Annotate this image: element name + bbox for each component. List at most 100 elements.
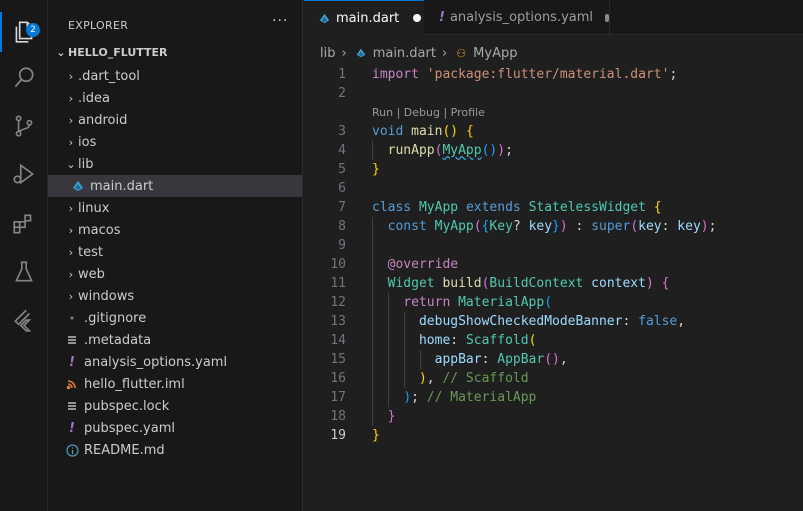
info-icon — [64, 442, 80, 458]
code-editor[interactable]: 1 import 'package:flutter/material.dart';… — [304, 65, 803, 445]
folder-windows[interactable]: › windows — [48, 285, 302, 307]
file-pubspec-lock[interactable]: pubspec.lock — [48, 395, 302, 417]
code-line: 17 ); // MaterialApp — [304, 388, 803, 407]
code-line: 16 ), // Scaffold — [304, 369, 803, 388]
codelens-line: Run | Debug | Profile — [304, 103, 803, 122]
file-pubspec-yaml[interactable]: ! pubspec.yaml — [48, 417, 302, 439]
folder-android[interactable]: › android — [48, 109, 302, 131]
tree-label: android — [78, 112, 128, 128]
code-text: } — [372, 162, 380, 177]
line-number: 3 — [338, 124, 346, 139]
testing-icon[interactable] — [0, 252, 48, 292]
yaml-file-icon: ! — [69, 354, 75, 370]
line-number: 13 — [330, 314, 346, 329]
line-number: 15 — [330, 352, 346, 367]
line-number: 16 — [330, 371, 346, 386]
code-line: 18 } — [304, 407, 803, 426]
gitignore-icon — [64, 310, 80, 326]
more-actions-icon[interactable]: ··· — [272, 13, 288, 29]
chevron-right-icon: › — [68, 113, 74, 127]
modified-dot-icon[interactable] — [605, 13, 609, 22]
breadcrumb-file[interactable]: main.dart — [373, 46, 436, 61]
folder-test[interactable]: › test — [48, 241, 302, 263]
tree-label: .dart_tool — [78, 68, 140, 84]
code-text: appBar: AppBar(), — [434, 352, 568, 367]
code-text: home: Scaffold( — [418, 333, 537, 348]
tree-label: lib — [78, 156, 94, 172]
code-line: 14 home: Scaffold( — [304, 331, 803, 350]
folder-dart-tool[interactable]: › .dart_tool — [48, 65, 302, 87]
code-line: 2 — [304, 84, 803, 103]
folder-linux[interactable]: › linux — [48, 197, 302, 219]
explorer-icon[interactable] — [0, 12, 48, 52]
folder-macos[interactable]: › macos — [48, 219, 302, 241]
source-control-icon[interactable] — [0, 106, 48, 146]
chevron-down-icon: ⌄ — [56, 46, 66, 59]
tree-label: hello_flutter.iml — [84, 376, 185, 392]
file-readme[interactable]: README.md — [48, 439, 302, 461]
line-number: 17 — [330, 390, 346, 405]
code-line: 15 appBar: AppBar(), — [304, 350, 803, 369]
file-main-dart[interactable]: main.dart — [48, 175, 302, 197]
code-text: } — [387, 409, 396, 424]
search-icon[interactable] — [0, 58, 48, 98]
class-symbol-icon: ⚇ — [456, 46, 467, 60]
tree-label: macos — [78, 222, 121, 238]
folder-ios[interactable]: › ios — [48, 131, 302, 153]
folder-web[interactable]: › web — [48, 263, 302, 285]
tree-label: pubspec.yaml — [84, 420, 175, 436]
folder-lib[interactable]: ⌄ lib — [48, 153, 302, 175]
line-number: 10 — [330, 257, 346, 272]
line-number: 2 — [338, 86, 346, 101]
chevron-right-icon: › — [68, 69, 74, 83]
project-name: HELLO_FLUTTER — [68, 46, 168, 59]
tab-bar: main.dart ! analysis_options.yaml — [304, 0, 803, 35]
lines-file-icon — [64, 332, 80, 348]
line-number: 14 — [330, 333, 346, 348]
run-debug-icon[interactable] — [0, 154, 48, 194]
line-number: 9 — [338, 238, 346, 253]
code-line: 12 return MaterialApp( — [304, 293, 803, 312]
flutter-icon[interactable] — [0, 300, 48, 340]
line-number: 5 — [338, 162, 346, 177]
yaml-file-icon: ! — [69, 420, 75, 436]
activity-bar: 2 — [0, 0, 48, 511]
yaml-file-icon: ! — [439, 10, 445, 25]
folder-idea[interactable]: › .idea — [48, 87, 302, 109]
project-header[interactable]: ⌄ HELLO_FLUTTER — [54, 46, 168, 59]
file-gitignore[interactable]: .gitignore — [48, 307, 302, 329]
tree-label: ios — [78, 134, 97, 150]
breadcrumb-symbol[interactable]: MyApp — [473, 46, 517, 61]
file-hello-flutter-iml[interactable]: hello_flutter.iml — [48, 373, 302, 395]
editor-area: main.dart ! analysis_options.yaml lib › … — [304, 0, 803, 511]
tab-analysis-options[interactable]: ! analysis_options.yaml — [424, 0, 610, 35]
dart-file-icon — [316, 10, 332, 26]
codelens-run-debug-profile[interactable]: Run | Debug | Profile — [372, 103, 485, 122]
dart-file-icon — [70, 178, 86, 194]
code-text: const MyApp({Key? key}) : super(key: key… — [387, 219, 717, 234]
code-line-current: 19} — [304, 426, 803, 445]
tree-label: README.md — [84, 442, 165, 458]
extensions-icon[interactable] — [0, 204, 48, 244]
indent-guide — [372, 236, 373, 255]
lines-file-icon — [64, 398, 80, 414]
modified-dot-icon[interactable] — [413, 14, 422, 22]
code-text: } — [372, 428, 380, 443]
code-line: 6 — [304, 179, 803, 198]
code-text: @override — [387, 257, 459, 272]
tab-label: analysis_options.yaml — [449, 10, 594, 25]
code-line: 11 Widget build(BuildContext context) { — [304, 274, 803, 293]
file-metadata[interactable]: .metadata — [48, 329, 302, 351]
chevron-right-icon: › — [441, 45, 448, 61]
tab-main-dart[interactable]: main.dart — [304, 0, 424, 35]
code-text: ); // MaterialApp — [403, 390, 537, 405]
breadcrumb-folder[interactable]: lib — [320, 46, 335, 61]
line-number: 8 — [338, 219, 346, 234]
code-line: 5} — [304, 160, 803, 179]
file-analysis-options[interactable]: ! analysis_options.yaml — [48, 351, 302, 373]
code-line: 1 import 'package:flutter/material.dart'; — [304, 65, 803, 84]
code-line: 4 runApp(MyApp()); — [304, 141, 803, 160]
code-line: 13 debugShowCheckedModeBanner: false, — [304, 312, 803, 331]
tree-label: linux — [78, 200, 110, 216]
rss-file-icon — [64, 376, 80, 392]
